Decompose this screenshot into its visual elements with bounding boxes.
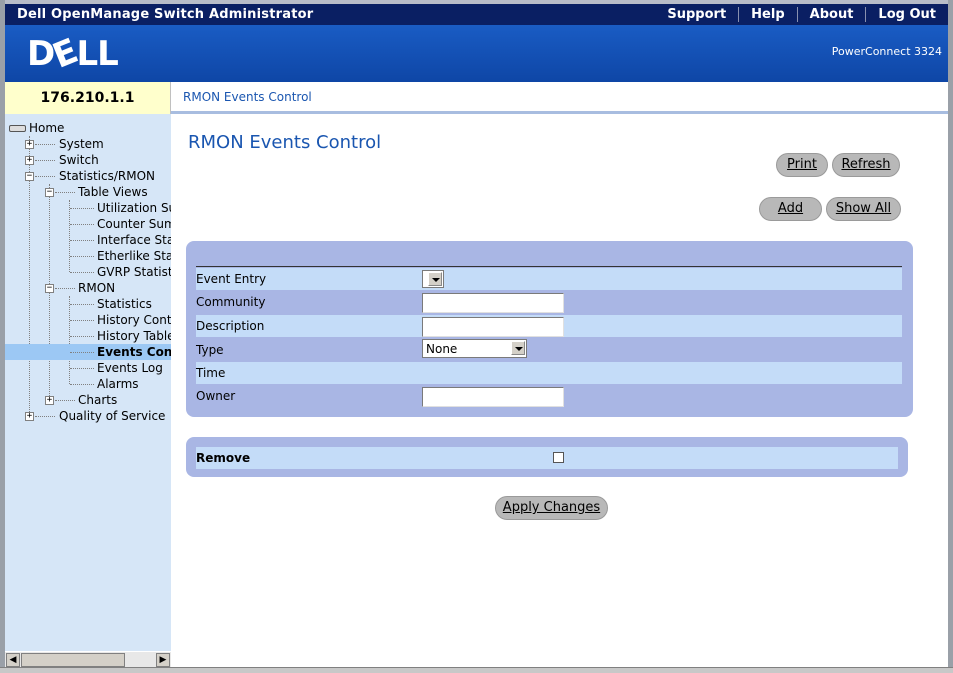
tree-item-history-table[interactable]: History Table [5,328,171,344]
scrollbar-thumb[interactable] [21,653,125,667]
scroll-right-icon[interactable]: ▶ [156,653,170,667]
breadcrumb: RMON Events Control [183,90,312,104]
expand-icon[interactable]: + [25,140,34,149]
remove-row: Remove [196,447,898,469]
expand-icon[interactable]: + [25,412,34,421]
tree-item-alarms[interactable]: Alarms [5,376,171,392]
tree-item-home[interactable]: Home [5,120,171,136]
support-link[interactable]: Support [655,7,738,22]
remove-label: Remove [196,451,251,465]
event-form-panel: Event Entry Community Description Type N… [186,241,913,417]
remove-panel: Remove [186,437,908,477]
tree-item-table-views[interactable]: − Table Views [5,184,171,200]
owner-row: Owner [196,385,902,407]
dell-logo: DELL [27,31,119,77]
collapse-icon[interactable]: − [45,284,54,293]
panel-divider [196,266,902,267]
tree-item-rmon[interactable]: − RMON [5,280,171,296]
tree-item-switch[interactable]: + Switch [5,152,171,168]
community-row: Community [196,291,902,313]
event-entry-row: Event Entry [196,268,902,290]
description-input[interactable] [422,317,564,337]
tree-item-statistics-rmon[interactable]: − Statistics/RMON [5,168,171,184]
owner-input[interactable] [422,387,564,407]
device-ip: 176.210.1.1 [5,82,171,114]
type-select-value: None [426,342,458,356]
tree-item-utilization-summary[interactable]: Utilization Summary [5,200,171,216]
print-button[interactable]: Print [776,153,828,177]
type-row: Type None [196,339,902,361]
chevron-down-icon[interactable] [511,341,525,355]
add-button[interactable]: Add [759,197,822,221]
description-row: Description [196,315,902,337]
expand-icon[interactable]: + [25,156,34,165]
logout-link[interactable]: Log Out [865,7,948,22]
sidebar-tree: Home + System + Switch − Statistics/RMON… [5,114,171,667]
type-label: Type [196,343,224,357]
collapse-icon[interactable]: − [25,172,34,181]
about-link[interactable]: About [796,7,866,22]
tree-item-history-control[interactable]: History Control [5,312,171,328]
home-icon [9,125,26,132]
type-select[interactable]: None [422,339,527,358]
tree-item-gvrp-statistics[interactable]: GVRP Statistics [5,264,171,280]
apply-changes-button[interactable]: Apply Changes [495,496,608,520]
page-title: RMON Events Control [188,132,382,153]
tree-item-events-log[interactable]: Events Log [5,360,171,376]
event-entry-select[interactable] [422,270,444,288]
community-input[interactable] [422,293,564,313]
time-label: Time [196,366,226,380]
remove-checkbox[interactable] [553,452,564,463]
breadcrumb-bar: RMON Events Control [171,82,948,114]
model-name: PowerConnect 3324 [831,45,942,58]
window-frame-right [948,0,953,673]
tree-item-statistics[interactable]: Statistics [5,296,171,312]
owner-label: Owner [196,389,236,403]
description-label: Description [196,319,265,333]
tree-item-system[interactable]: + System [5,136,171,152]
window-status-bar [0,667,953,673]
chevron-down-icon[interactable] [428,272,442,286]
show-all-button[interactable]: Show All [826,197,901,221]
collapse-icon[interactable]: − [45,188,54,197]
community-label: Community [196,295,266,309]
tree-item-interface-statistics[interactable]: Interface Statistics [5,232,171,248]
top-bar: Dell OpenManage Switch Administrator Sup… [5,4,948,25]
tree-item-counter-summary[interactable]: Counter Summary [5,216,171,232]
app-title: Dell OpenManage Switch Administrator [17,7,314,22]
tree-item-charts[interactable]: + Charts [5,392,171,408]
scroll-left-icon[interactable]: ◀ [6,653,20,667]
help-link[interactable]: Help [738,7,796,22]
sidebar-horizontal-scrollbar[interactable]: ◀ ▶ [5,651,171,667]
tree-item-quality-of-service[interactable]: + Quality of Service [5,408,171,424]
event-entry-label: Event Entry [196,272,267,286]
expand-icon[interactable]: + [45,396,54,405]
refresh-button[interactable]: Refresh [832,153,900,177]
tree-item-events-control[interactable]: Events Control [5,344,171,360]
logo-band: DELL PowerConnect 3324 [5,25,948,82]
time-row: Time [196,362,902,384]
tree-item-etherlike-statistics[interactable]: Etherlike Statistics [5,248,171,264]
top-links: Support Help About Log Out [655,4,948,25]
